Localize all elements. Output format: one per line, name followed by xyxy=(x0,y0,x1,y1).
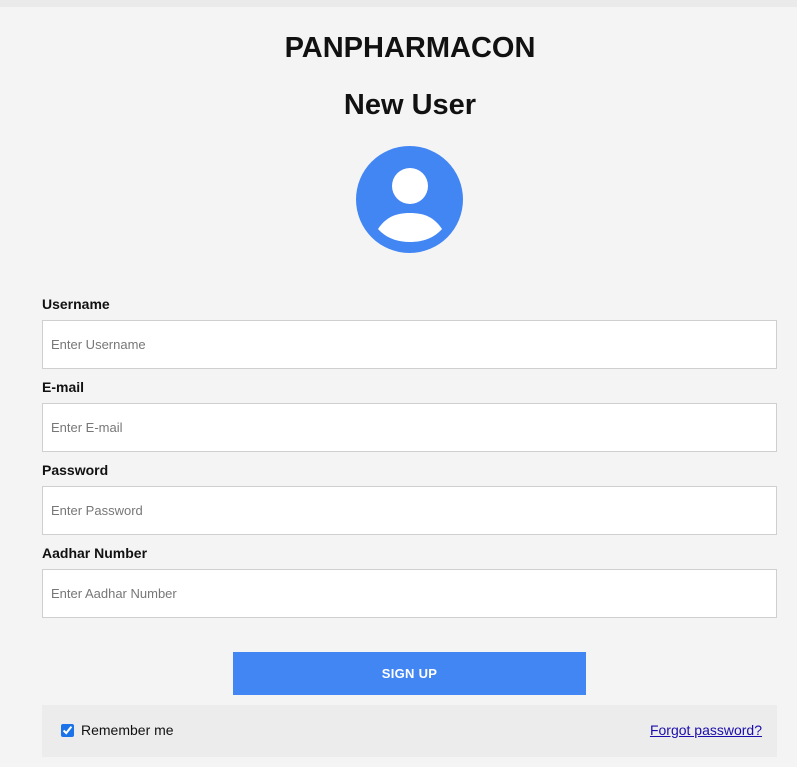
username-input[interactable] xyxy=(42,320,777,369)
remember-me-checkbox[interactable] xyxy=(61,723,74,737)
top-strip xyxy=(0,0,797,7)
password-input[interactable] xyxy=(42,486,777,535)
remember-me-label: Remember me xyxy=(81,722,174,738)
remember-me-row: Remember me xyxy=(61,722,174,738)
email-label: E-mail xyxy=(42,379,85,395)
aadhar-label: Aadhar Number xyxy=(42,545,148,561)
email-input[interactable] xyxy=(42,403,777,452)
sign-up-button[interactable]: SIGN UP xyxy=(233,652,586,695)
password-label: Password xyxy=(42,462,109,478)
page-title: New User xyxy=(343,89,477,121)
user-avatar-icon xyxy=(356,146,463,253)
username-label: Username xyxy=(42,296,110,312)
brand-title: PANPHARMACON xyxy=(284,32,536,64)
form-footer: Remember me Forgot password? xyxy=(42,705,777,757)
forgot-password-link[interactable]: Forgot password? xyxy=(650,722,762,738)
aadhar-input[interactable] xyxy=(42,569,777,618)
